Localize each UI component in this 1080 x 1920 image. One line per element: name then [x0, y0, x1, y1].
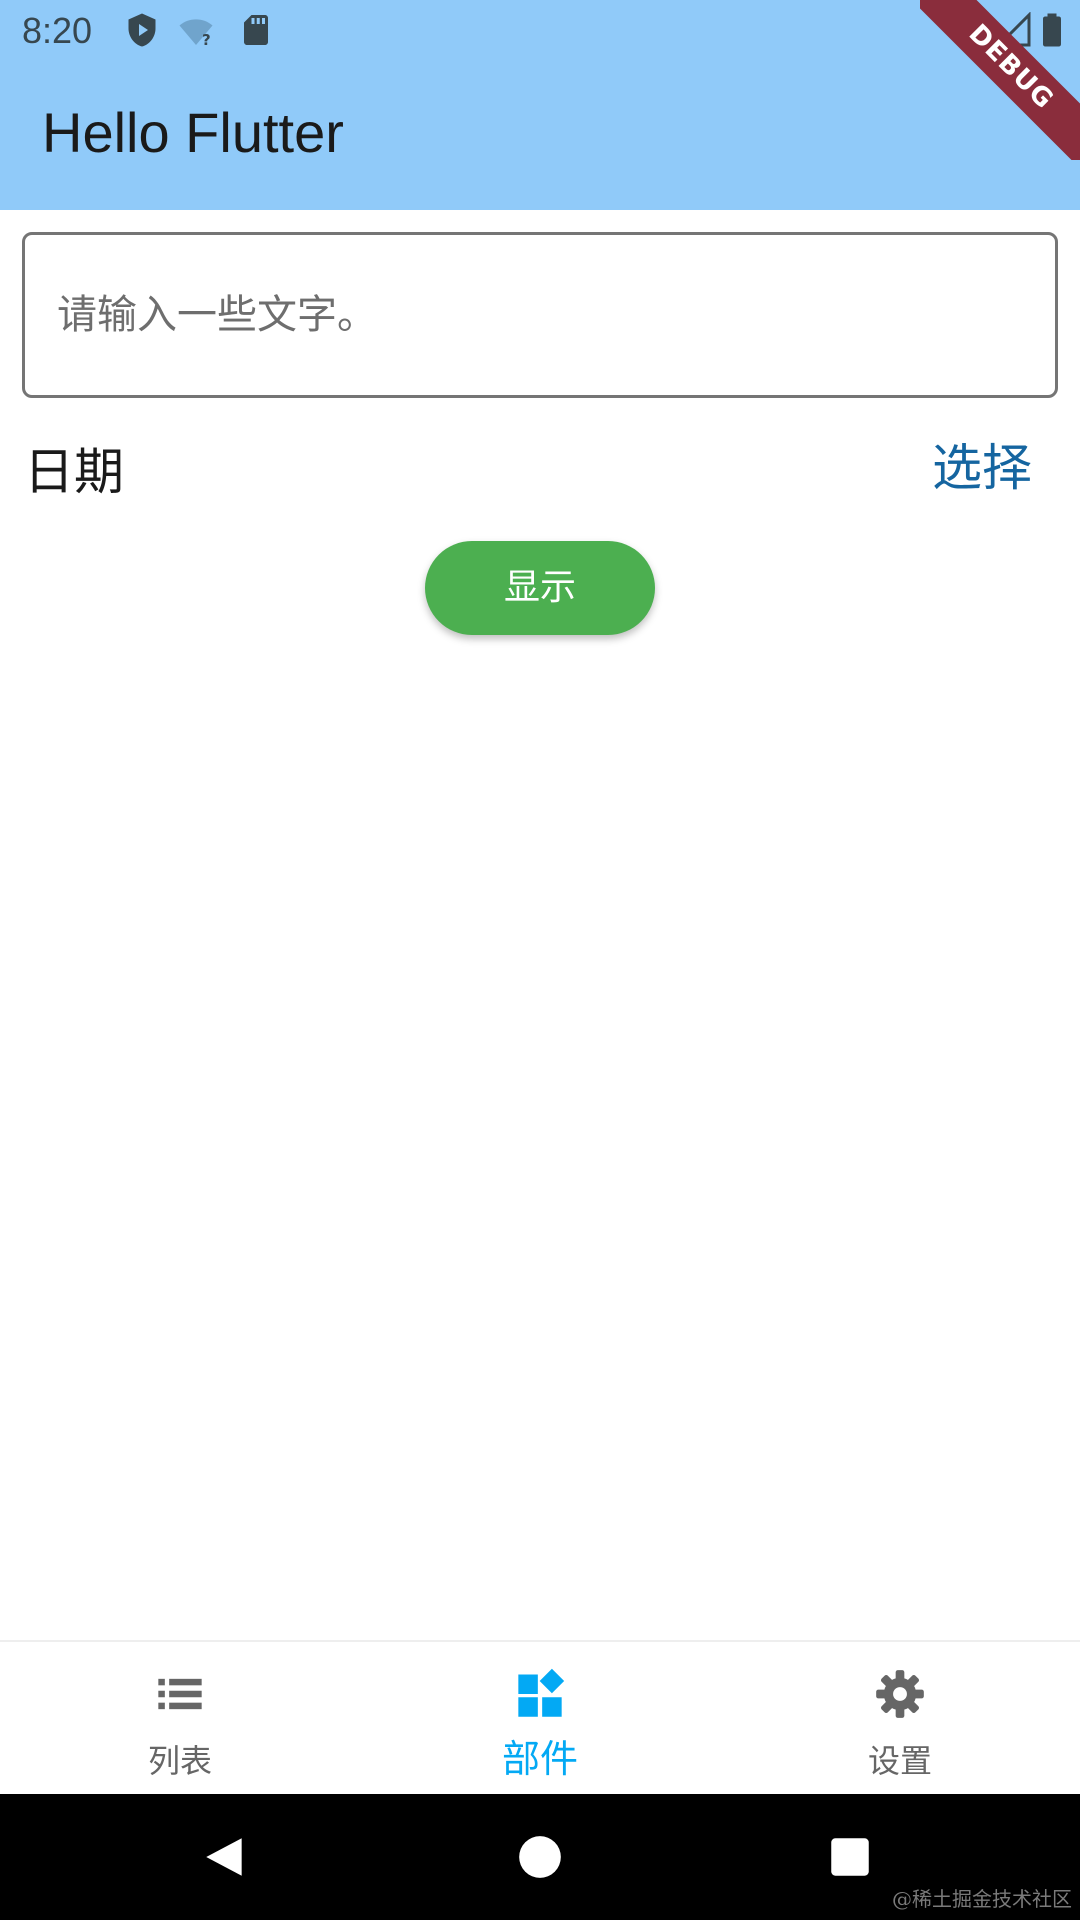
- bottom-navigation: 列表 部件 设置: [0, 1640, 1080, 1794]
- recents-icon[interactable]: [825, 1832, 875, 1882]
- select-date-button[interactable]: 选择: [928, 422, 1036, 506]
- show-button[interactable]: 显示: [425, 541, 655, 635]
- nav-item-list[interactable]: 列表: [0, 1642, 360, 1796]
- back-icon[interactable]: [200, 1832, 250, 1882]
- shield-play-icon: [128, 13, 156, 47]
- app-bar: 8:20 ? Hello Flutter DEBUG: [0, 0, 1080, 210]
- status-bar: 8:20 ?: [0, 0, 1080, 64]
- debug-banner: DEBUG: [920, 0, 1080, 160]
- text-input[interactable]: [55, 235, 1025, 395]
- nav-item-settings[interactable]: 设置: [720, 1642, 1080, 1796]
- nav-item-label: 部件: [501, 1737, 578, 1781]
- nav-item-label: 列表: [147, 1742, 212, 1780]
- status-time: 8:20: [22, 10, 93, 51]
- screen: 8:20 ? Hello Flutter DEBUG 请输入一些文字。 日期 选…: [0, 0, 1080, 1920]
- list-icon: [158, 1678, 202, 1710]
- debug-banner-label: DEBUG: [920, 0, 1080, 160]
- watermark: @稀土掘金技术社区: [892, 1887, 1072, 1911]
- widgets-icon: [518, 1668, 565, 1717]
- wifi-question-icon: ?: [179, 19, 213, 48]
- system-navigation-bar: @稀土掘金技术社区: [0, 1794, 1080, 1920]
- text-field[interactable]: [22, 232, 1058, 398]
- date-label: 日期: [24, 443, 124, 501]
- svg-text:?: ?: [202, 31, 211, 48]
- page-title: Hello Flutter: [42, 101, 344, 164]
- nav-item-widgets[interactable]: 部件: [360, 1642, 720, 1796]
- nav-item-label: 设置: [867, 1742, 932, 1780]
- sd-card-icon: [244, 15, 268, 45]
- settings-icon: [876, 1670, 924, 1718]
- home-icon[interactable]: [515, 1832, 565, 1882]
